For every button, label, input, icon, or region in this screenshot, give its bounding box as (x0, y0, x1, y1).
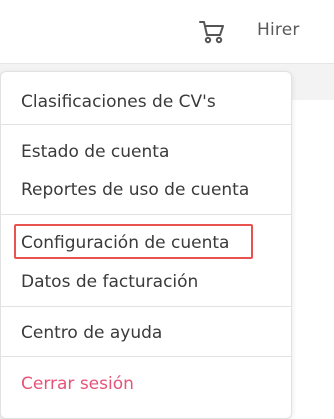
user-name[interactable]: Hirer (257, 20, 300, 40)
menu-item-account-usage-reports[interactable]: Reportes de uso de cuenta (21, 179, 249, 201)
divider (1, 356, 291, 357)
menu-item-account-settings[interactable]: Configuración de cuenta (21, 232, 229, 254)
divider (1, 306, 291, 307)
top-bar: Hirer (0, 0, 334, 64)
menu-item-cv-classifications[interactable]: Clasificaciones de CV's (21, 91, 216, 113)
divider (1, 214, 291, 215)
account-dropdown-menu: Clasificaciones de CV's Estado de cuenta… (0, 71, 292, 419)
menu-item-help-center[interactable]: Centro de ayuda (21, 322, 162, 344)
background-panel (288, 100, 334, 419)
divider (1, 124, 291, 125)
menu-item-account-status[interactable]: Estado de cuenta (21, 141, 169, 163)
menu-item-billing-data[interactable]: Datos de facturación (21, 271, 198, 293)
shopping-cart-icon[interactable] (198, 19, 226, 45)
menu-item-logout[interactable]: Cerrar sesión (21, 373, 134, 395)
